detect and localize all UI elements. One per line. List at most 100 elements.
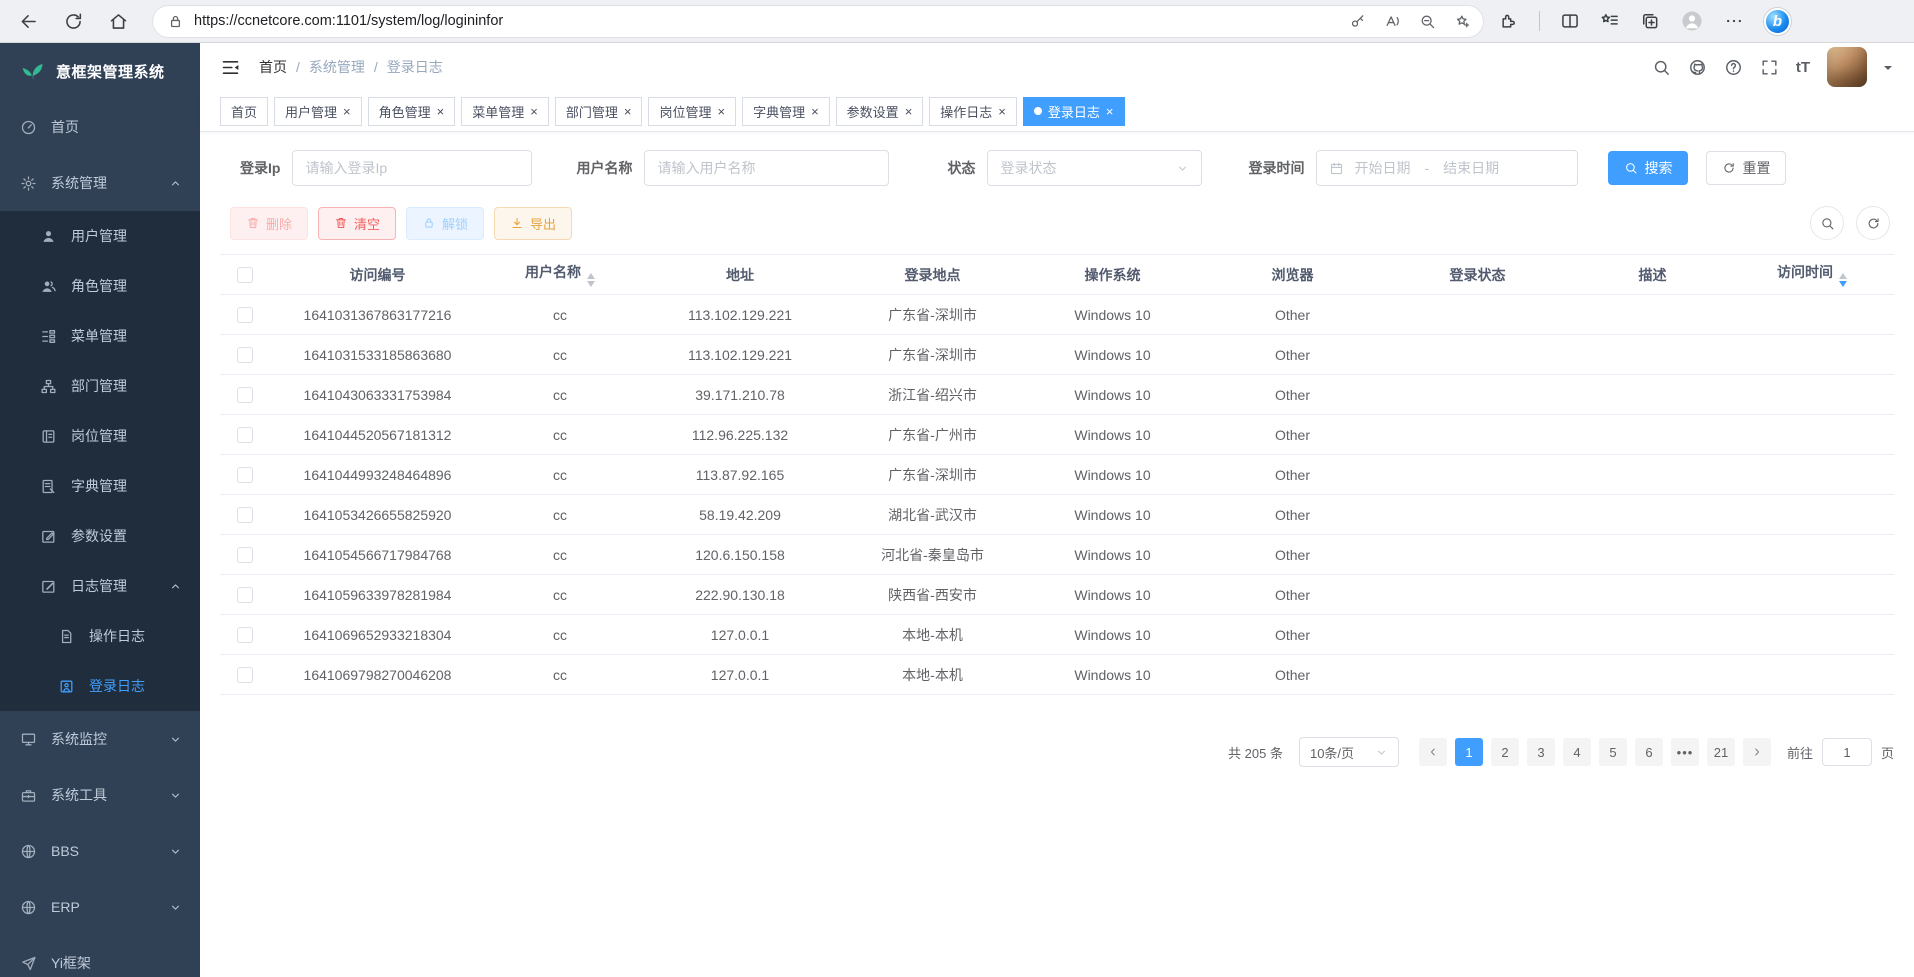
sidebar-item[interactable]: 系统工具: [0, 767, 200, 823]
browser-home-icon[interactable]: [108, 11, 129, 32]
page-button[interactable]: 1: [1455, 738, 1483, 766]
search-button[interactable]: 搜索: [1608, 151, 1688, 185]
help-icon[interactable]: [1724, 58, 1743, 77]
read-aloud-icon[interactable]: [1384, 13, 1401, 30]
sidebar-item[interactable]: 岗位管理: [0, 411, 200, 461]
sidebar-item[interactable]: Yi框架: [0, 935, 200, 977]
breadcrumb-item[interactable]: 首页: [259, 57, 287, 77]
add-favorite-icon[interactable]: [1454, 13, 1471, 30]
row-checkbox[interactable]: [237, 467, 253, 483]
page-button[interactable]: 6: [1635, 738, 1663, 766]
status-select[interactable]: 登录状态: [987, 150, 1202, 186]
username-input[interactable]: 请输入用户名称: [644, 150, 889, 186]
browser-back-icon[interactable]: [18, 11, 39, 32]
column-header[interactable]: 用户名称: [485, 255, 635, 295]
date-range-picker[interactable]: 开始日期 - 结束日期: [1316, 150, 1578, 186]
sidebar-item[interactable]: 操作日志: [0, 611, 200, 661]
ip-input[interactable]: 请输入登录Ip: [292, 150, 532, 186]
tab-close-icon[interactable]: ×: [343, 105, 351, 118]
tab[interactable]: 角色管理×: [368, 97, 456, 126]
tab-close-icon[interactable]: ×: [717, 105, 725, 118]
breadcrumb-item[interactable]: 登录日志: [387, 57, 443, 77]
table-refresh-button[interactable]: [1856, 206, 1890, 240]
delete-button[interactable]: 删除: [230, 207, 308, 240]
goto-page-input[interactable]: 1: [1822, 738, 1872, 766]
sidebar-item[interactable]: 系统管理: [0, 155, 200, 211]
column-header[interactable]: 访问时间: [1730, 255, 1894, 295]
row-checkbox[interactable]: [237, 627, 253, 643]
browser-refresh-icon[interactable]: [63, 11, 84, 32]
row-checkbox[interactable]: [237, 427, 253, 443]
row-checkbox[interactable]: [237, 347, 253, 363]
row-checkbox[interactable]: [237, 587, 253, 603]
tab[interactable]: 参数设置×: [836, 97, 924, 126]
page-button[interactable]: 3: [1527, 738, 1555, 766]
tab[interactable]: 岗位管理×: [648, 97, 736, 126]
sidebar-item[interactable]: 首页: [0, 99, 200, 155]
fullscreen-icon[interactable]: [1760, 58, 1779, 77]
tab-close-icon[interactable]: ×: [811, 105, 819, 118]
sidebar-item[interactable]: 日志管理: [0, 561, 200, 611]
tab[interactable]: 操作日志×: [929, 97, 1017, 126]
select-all-checkbox[interactable]: [237, 267, 253, 283]
extensions-icon[interactable]: [1499, 11, 1519, 31]
browser-more-icon[interactable]: [1724, 11, 1744, 31]
prev-page-button[interactable]: [1419, 738, 1447, 766]
bing-chat-icon[interactable]: b: [1764, 8, 1791, 35]
address-bar[interactable]: https://ccnetcore.com:1101/system/log/lo…: [153, 6, 1483, 37]
sidebar-item[interactable]: 系统监控: [0, 711, 200, 767]
header-search-icon[interactable]: [1652, 58, 1671, 77]
tab[interactable]: 登录日志×: [1023, 97, 1125, 126]
reset-button[interactable]: 重置: [1706, 151, 1786, 185]
table-search-toggle-button[interactable]: [1810, 206, 1844, 240]
tab-close-icon[interactable]: ×: [905, 105, 913, 118]
page-ellipsis[interactable]: •••: [1671, 738, 1699, 766]
tab-close-icon[interactable]: ×: [1106, 105, 1114, 118]
site-security-lock-icon[interactable]: [167, 13, 184, 30]
page-button[interactable]: 4: [1563, 738, 1591, 766]
sidebar-item[interactable]: 部门管理: [0, 361, 200, 411]
split-screen-icon[interactable]: [1560, 11, 1580, 31]
sidebar-fold-icon[interactable]: [220, 57, 241, 78]
next-page-button[interactable]: [1743, 738, 1771, 766]
sidebar-item[interactable]: 角色管理: [0, 261, 200, 311]
row-checkbox[interactable]: [237, 547, 253, 563]
page-button[interactable]: 21: [1707, 738, 1735, 766]
sidebar-item[interactable]: 用户管理: [0, 211, 200, 261]
tab[interactable]: 菜单管理×: [461, 97, 549, 126]
sidebar-item[interactable]: 参数设置: [0, 511, 200, 561]
sidebar-item[interactable]: 字典管理: [0, 461, 200, 511]
tab-close-icon[interactable]: ×: [437, 105, 445, 118]
page-button[interactable]: 2: [1491, 738, 1519, 766]
page-button[interactable]: 5: [1599, 738, 1627, 766]
tab-groups-icon[interactable]: [1640, 11, 1660, 31]
sort-carets-icon[interactable]: [587, 273, 595, 287]
url-text[interactable]: https://ccnetcore.com:1101/system/log/lo…: [194, 13, 1331, 29]
browser-profile-icon[interactable]: [1680, 9, 1704, 33]
export-button[interactable]: 导出: [494, 207, 572, 240]
zoom-out-icon[interactable]: [1419, 13, 1436, 30]
clear-button[interactable]: 清空: [318, 207, 396, 240]
tab[interactable]: 首页: [220, 97, 268, 126]
row-checkbox[interactable]: [237, 387, 253, 403]
page-size-select[interactable]: 10条/页: [1299, 737, 1399, 767]
password-manager-icon[interactable]: [1349, 13, 1366, 30]
sidebar-item[interactable]: BBS: [0, 823, 200, 879]
tab[interactable]: 部门管理×: [555, 97, 643, 126]
github-icon[interactable]: [1688, 58, 1707, 77]
sidebar-item[interactable]: 菜单管理: [0, 311, 200, 361]
tab[interactable]: 字典管理×: [742, 97, 830, 126]
user-avatar[interactable]: [1827, 47, 1867, 87]
sidebar-item[interactable]: ERP: [0, 879, 200, 935]
tab[interactable]: 用户管理×: [274, 97, 362, 126]
unlock-button[interactable]: 解锁: [406, 207, 484, 240]
tab-close-icon[interactable]: ×: [624, 105, 632, 118]
font-size-icon[interactable]: tT: [1796, 58, 1810, 77]
breadcrumb-item[interactable]: 系统管理: [309, 57, 365, 77]
row-checkbox[interactable]: [237, 307, 253, 323]
tab-close-icon[interactable]: ×: [998, 105, 1006, 118]
sidebar-item[interactable]: 登录日志: [0, 661, 200, 711]
tab-close-icon[interactable]: ×: [530, 105, 538, 118]
avatar-caret-icon[interactable]: [1884, 66, 1892, 74]
row-checkbox[interactable]: [237, 667, 253, 683]
